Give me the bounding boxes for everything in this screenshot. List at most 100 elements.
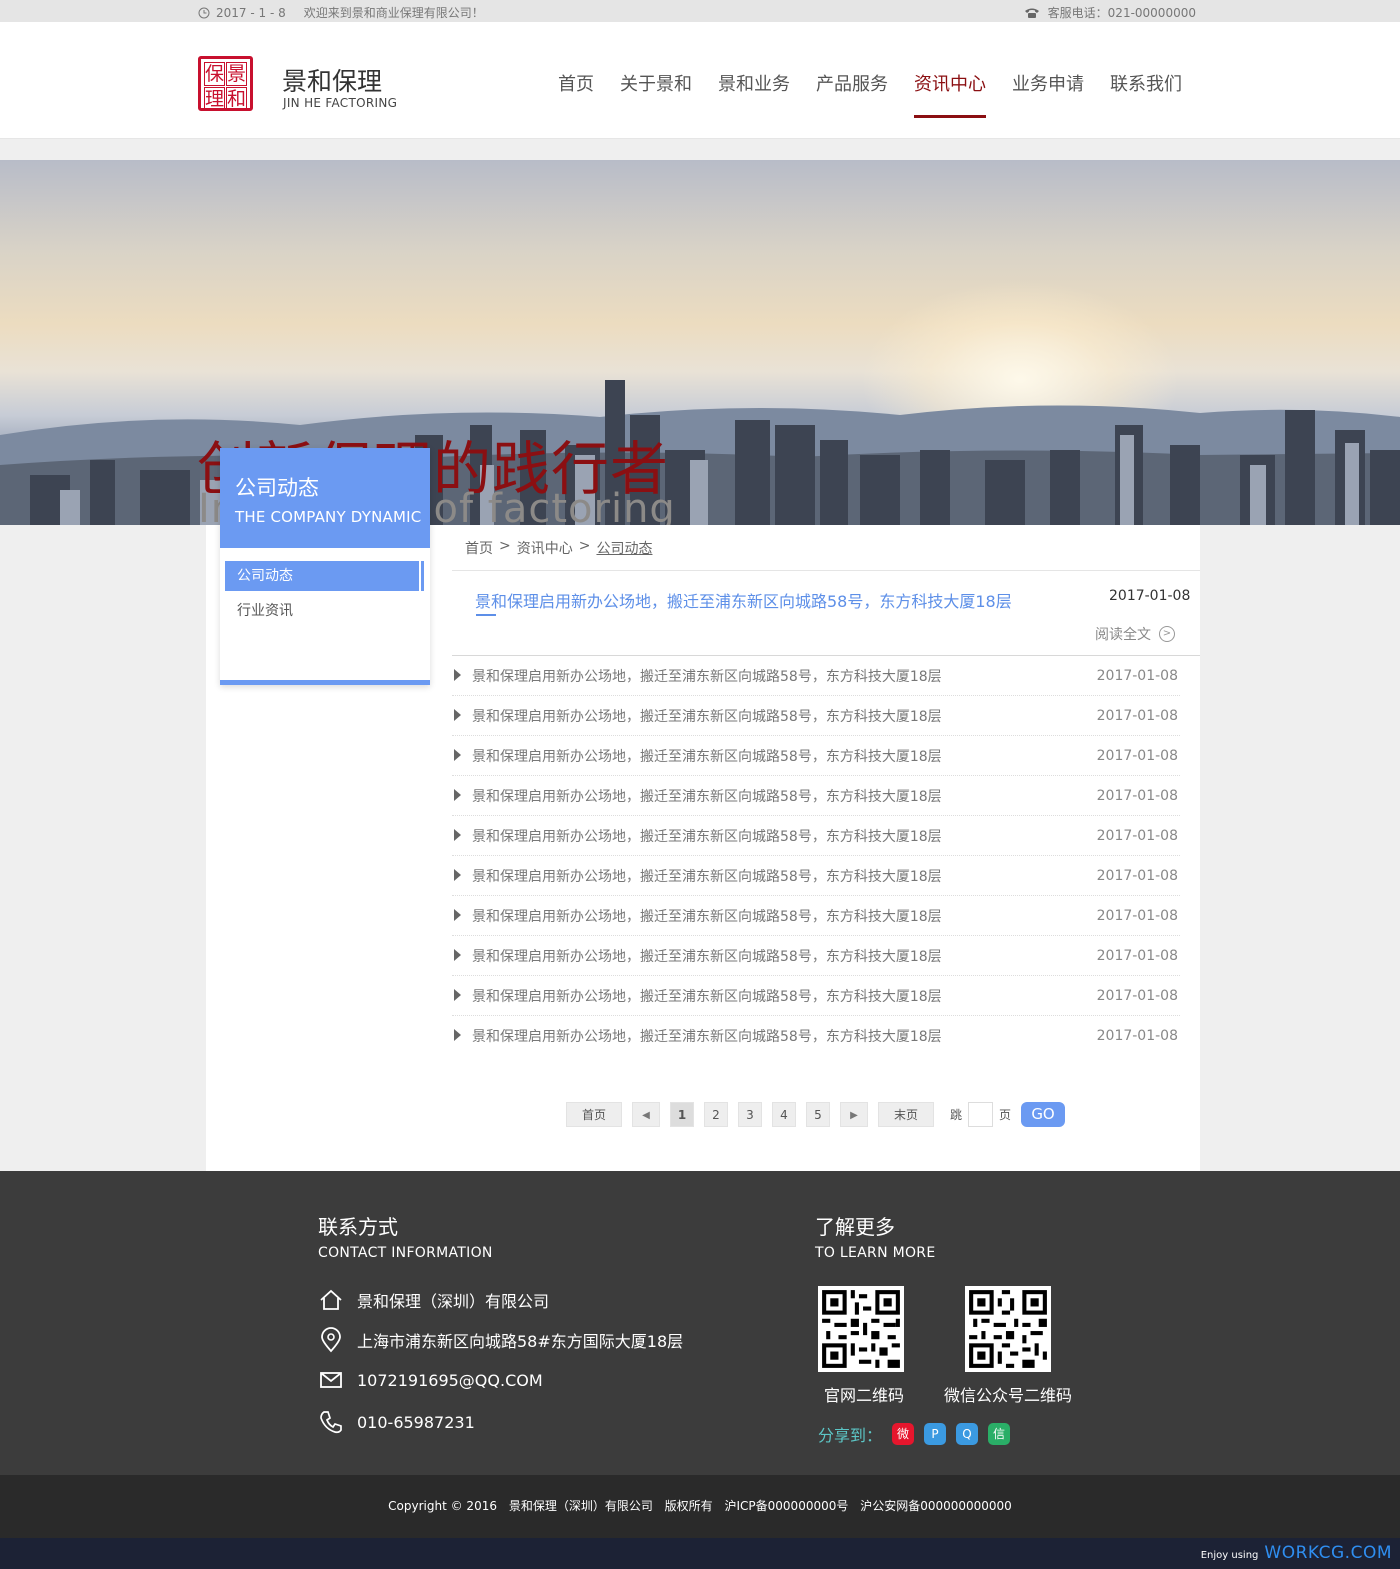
website-qr-label: 官网二维码 bbox=[824, 1386, 905, 1405]
news-title[interactable]: 景和保理启用新办公场地，搬迁至浦东新区向城路58号，东方科技大厦18层 bbox=[472, 986, 942, 1006]
news-list-item[interactable]: 景和保理启用新办公场地，搬迁至浦东新区向城路58号，东方科技大厦18层 2017-… bbox=[452, 1016, 1180, 1056]
top-info-bar: 2017 - 1 - 8 欢迎来到景和商业保理有限公司！ 客服电话：021-00… bbox=[0, 0, 1400, 22]
contact-title-english: CONTACT INFORMATION bbox=[318, 1245, 493, 1261]
news-title[interactable]: 景和保理启用新办公场地，搬迁至浦东新区向城路58号，东方科技大厦18层 bbox=[472, 706, 942, 726]
news-title[interactable]: 景和保理启用新办公场地，搬迁至浦东新区向城路58号，东方科技大厦18层 bbox=[472, 786, 942, 806]
sidebar-item-company-news[interactable]: 公司动态 bbox=[225, 561, 424, 591]
learn-more-title: 了解更多 bbox=[815, 1215, 895, 1239]
learn-more-title-english: TO LEARN MORE bbox=[815, 1245, 936, 1261]
breadcrumb-separator: > bbox=[578, 538, 591, 554]
news-list-item[interactable]: 景和保理启用新办公场地，搬迁至浦东新区向城路58号，东方科技大厦18层 2017-… bbox=[452, 736, 1180, 776]
news-date: 2017-01-08 bbox=[1096, 748, 1178, 764]
copyright-text: Copyright © 2016 bbox=[388, 1499, 497, 1513]
triangle-bullet-icon bbox=[454, 949, 461, 961]
news-date: 2017-01-08 bbox=[1096, 988, 1178, 1004]
featured-article-title[interactable]: 景和保理启用新办公场地，搬迁至浦东新区向城路58号，东方科技大厦18层 bbox=[475, 588, 1012, 612]
news-list-item[interactable]: 景和保理启用新办公场地，搬迁至浦东新区向城路58号，东方科技大厦18层 2017-… bbox=[452, 896, 1180, 936]
logo-char: 景 bbox=[226, 62, 248, 86]
news-title[interactable]: 景和保理启用新办公场地，搬迁至浦东新区向城路58号，东方科技大厦18层 bbox=[472, 746, 942, 766]
featured-article-date: 2017-01-08 bbox=[1109, 588, 1191, 604]
news-list-item[interactable]: 景和保理启用新办公场地，搬迁至浦东新区向城路58号，东方科技大厦18层 2017-… bbox=[452, 976, 1180, 1016]
breadcrumb-current[interactable]: 公司动态 bbox=[596, 538, 652, 558]
logo-seal[interactable]: 保 景 理 和 bbox=[198, 56, 253, 111]
page-button-2[interactable]: 2 bbox=[704, 1102, 728, 1127]
news-title[interactable]: 景和保理启用新办公场地，搬迁至浦东新区向城路58号，东方科技大厦18层 bbox=[472, 1026, 942, 1046]
nav-item-contact[interactable]: 联系我们 bbox=[1097, 70, 1195, 118]
watermark: Enjoy using WORKCG.COM bbox=[1201, 1543, 1392, 1563]
website-qr-code bbox=[818, 1286, 904, 1372]
copyright-bar: Copyright © 2016 景和保理（深圳）有限公司 版权所有 沪ICP备… bbox=[0, 1475, 1400, 1538]
main-nav: 首页 关于景和 景和业务 产品服务 资讯中心 业务申请 联系我们 bbox=[545, 70, 1195, 118]
news-list-item[interactable]: 景和保理启用新办公场地，搬迁至浦东新区向城路58号，东方科技大厦18层 2017-… bbox=[452, 696, 1180, 736]
page-button-4[interactable]: 4 bbox=[772, 1102, 796, 1127]
police-record-number[interactable]: 沪公安网备000000000000 bbox=[860, 1499, 1012, 1513]
nav-item-products[interactable]: 产品服务 bbox=[803, 70, 901, 118]
breadcrumb-home[interactable]: 首页 bbox=[465, 538, 493, 558]
company-email[interactable]: 1072191695@QQ.COM bbox=[357, 1371, 543, 1390]
nav-item-business[interactable]: 景和业务 bbox=[705, 70, 803, 118]
telephone-icon bbox=[1024, 8, 1039, 18]
news-title[interactable]: 景和保理启用新办公场地，搬迁至浦东新区向城路58号，东方科技大厦18层 bbox=[472, 946, 942, 966]
triangle-bullet-icon bbox=[454, 989, 461, 1001]
brand-english-name: JIN HE FACTORING bbox=[283, 96, 398, 110]
sidebar-bottom-bar bbox=[220, 680, 430, 685]
breadcrumb-section[interactable]: 资讯中心 bbox=[517, 538, 573, 558]
news-list-item[interactable]: 景和保理启用新办公场地，搬迁至浦东新区向城路58号，东方科技大厦18层 2017-… bbox=[452, 936, 1180, 976]
last-page-button[interactable]: 末页 bbox=[878, 1102, 934, 1127]
chevron-right-icon: > bbox=[1159, 626, 1175, 642]
icp-number[interactable]: 沪ICP备000000000号 bbox=[725, 1499, 849, 1513]
prev-page-icon[interactable]: ◀ bbox=[632, 1102, 660, 1127]
footer-email-row: 1072191695@QQ.COM bbox=[318, 1367, 543, 1393]
sidebar-title-english: THE COMPANY DYNAMIC bbox=[235, 508, 422, 526]
weibo-icon[interactable]: 微 bbox=[892, 1423, 915, 1445]
qq-icon[interactable]: Q bbox=[956, 1423, 979, 1445]
jump-page-input[interactable] bbox=[968, 1102, 994, 1127]
page-button-5[interactable]: 5 bbox=[806, 1102, 830, 1127]
news-list-item[interactable]: 景和保理启用新办公场地，搬迁至浦东新区向城路58号，东方科技大厦18层 2017-… bbox=[452, 776, 1180, 816]
wechat-qr-label: 微信公众号二维码 bbox=[944, 1386, 1073, 1405]
location-pin-icon bbox=[321, 1327, 341, 1353]
hotline-text: 客服电话：021-00000000 bbox=[1047, 6, 1196, 20]
brand-name[interactable]: 景和保理 bbox=[282, 62, 382, 98]
news-date: 2017-01-08 bbox=[1096, 788, 1178, 804]
company-phone: 010-65987231 bbox=[357, 1412, 475, 1432]
news-date: 2017-01-08 bbox=[1096, 908, 1178, 924]
wechat-icon[interactable]: 信 bbox=[988, 1423, 1011, 1445]
news-list-item[interactable]: 景和保理启用新办公场地，搬迁至浦东新区向城路58号，东方科技大厦18层 2017-… bbox=[452, 656, 1180, 696]
go-button[interactable]: GO bbox=[1021, 1102, 1066, 1127]
triangle-bullet-icon bbox=[454, 749, 461, 761]
welcome-text: 欢迎来到景和商业保理有限公司！ bbox=[303, 6, 484, 20]
news-title[interactable]: 景和保理启用新办公场地，搬迁至浦东新区向城路58号，东方科技大厦18层 bbox=[472, 866, 942, 886]
nav-item-news[interactable]: 资讯中心 bbox=[901, 70, 999, 118]
page-button-3[interactable]: 3 bbox=[738, 1102, 762, 1127]
news-date: 2017-01-08 bbox=[1096, 868, 1178, 884]
share-label: 分享到： bbox=[818, 1426, 883, 1445]
read-more-link[interactable]: 阅读全文 > bbox=[1095, 624, 1175, 644]
news-title[interactable]: 景和保理启用新办公场地，搬迁至浦东新区向城路58号，东方科技大厦18层 bbox=[472, 906, 942, 926]
breadcrumb-separator: > bbox=[499, 538, 511, 554]
breadcrumb-divider bbox=[452, 570, 1200, 571]
first-page-button[interactable]: 首页 bbox=[566, 1102, 622, 1127]
mail-icon bbox=[320, 1372, 342, 1388]
footer-address-row: 上海市浦东新区向城路58#东方国际大厦18层 bbox=[318, 1327, 683, 1353]
clock-icon bbox=[198, 7, 210, 18]
news-list-item[interactable]: 景和保理启用新办公场地，搬迁至浦东新区向城路58号，东方科技大厦18层 2017-… bbox=[452, 816, 1180, 856]
page-button-1[interactable]: 1 bbox=[670, 1102, 694, 1127]
wechat-qr-code bbox=[965, 1286, 1051, 1372]
news-list-item[interactable]: 景和保理启用新办公场地，搬迁至浦东新区向城路58号，东方科技大厦18层 2017-… bbox=[452, 856, 1180, 896]
news-title[interactable]: 景和保理启用新办公场地，搬迁至浦东新区向城路58号，东方科技大厦18层 bbox=[472, 666, 942, 686]
news-title[interactable]: 景和保理启用新办公场地，搬迁至浦东新区向城路58号，东方科技大厦18层 bbox=[472, 826, 942, 846]
breadcrumb: 首页 > 资讯中心 > 公司动态 bbox=[465, 538, 652, 558]
triangle-bullet-icon bbox=[454, 789, 461, 801]
nav-item-home[interactable]: 首页 bbox=[545, 70, 607, 118]
next-page-icon[interactable]: ▶ bbox=[840, 1102, 868, 1127]
watermark-brand: WORKCG.COM bbox=[1264, 1543, 1392, 1563]
news-date: 2017-01-08 bbox=[1096, 708, 1178, 724]
triangle-bullet-icon bbox=[454, 669, 461, 681]
nav-item-about[interactable]: 关于景和 bbox=[607, 70, 705, 118]
site-footer: 联系方式 CONTACT INFORMATION 景和保理（深圳）有限公司 上海… bbox=[0, 1171, 1400, 1475]
tencent-weibo-icon[interactable]: P bbox=[924, 1423, 947, 1445]
nav-item-apply[interactable]: 业务申请 bbox=[999, 70, 1097, 118]
copyright-rights: 版权所有 bbox=[664, 1499, 713, 1513]
sidebar-item-industry-news[interactable]: 行业资讯 bbox=[225, 596, 419, 626]
